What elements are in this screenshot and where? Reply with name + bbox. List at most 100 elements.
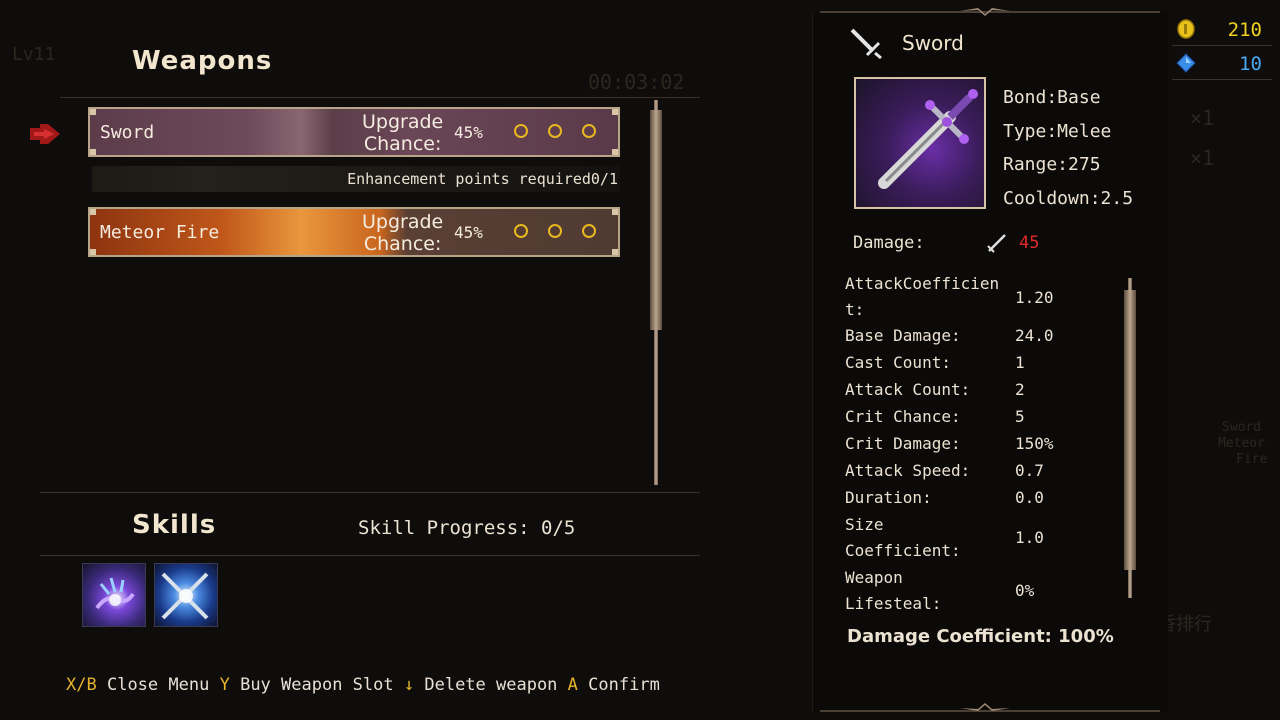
gem-counter: 10: [1172, 49, 1268, 77]
confirm-button[interactable]: Confirm: [588, 675, 660, 695]
bg-multiplier-2: ×1: [1190, 146, 1215, 170]
upgrade-chance-label: Upgrade Chance:: [362, 211, 444, 255]
stat-row: Crit Chance: 5: [845, 403, 1095, 430]
stat-value: 0%: [1015, 581, 1035, 600]
buy-weapon-slot-button[interactable]: Buy Weapon Slot: [240, 675, 394, 695]
gem-value: 10: [1239, 53, 1262, 75]
bond-text: Bond:Base: [1003, 87, 1101, 108]
skill-progress: Skill Progress: 0/5: [358, 517, 576, 539]
type-text: Type:Melee: [1003, 120, 1112, 142]
stat-value: 2: [1015, 380, 1025, 399]
frame-corner: [90, 249, 96, 255]
stat-value: 24.0: [1015, 326, 1054, 345]
close-menu-button[interactable]: Close Menu: [107, 675, 209, 695]
weapon-name: Sword: [100, 122, 155, 143]
stat-label: Weapon Lifesteal:: [845, 567, 942, 613]
stat-value: 1.0: [1015, 528, 1044, 547]
skills-bottom-rule: [40, 555, 700, 556]
upgrade-slot-icon: [514, 124, 528, 138]
upgrade-slot-icon: [548, 124, 562, 138]
currency-divider: [1172, 45, 1272, 46]
upgrade-chance-value: 45%: [454, 223, 483, 242]
stat-value: 5: [1015, 407, 1025, 426]
confirm-key: A: [567, 675, 578, 695]
stats-scrollbar-thumb[interactable]: [1124, 290, 1136, 570]
skills-top-rule: [40, 492, 700, 493]
stat-row: AttackCoefficien t: 1.20: [845, 272, 1095, 322]
weapons-scrollbar-thumb[interactable]: [650, 110, 662, 330]
bg-multiplier-1: ×1: [1190, 106, 1215, 130]
damage-value: 45: [1019, 233, 1040, 253]
range-text: Range:275: [1003, 154, 1101, 175]
stat-label: Attack Speed:: [845, 460, 971, 480]
weapon-properties: Bond:Base Type:Melee Range:275 Cooldown:…: [1003, 81, 1133, 215]
upgrade-slot-icon: [582, 224, 596, 238]
enhancement-bar: Enhancement points required0/1: [92, 166, 620, 192]
weapon-row-sword[interactable]: Sword Upgrade Chance: 45%: [88, 107, 620, 157]
delete-weapon-button[interactable]: Delete weapon: [424, 675, 557, 695]
stat-value: 0.0: [1015, 488, 1044, 507]
stat-label: Attack Count:: [845, 379, 971, 399]
stat-label: Size Coefficient:: [845, 514, 961, 560]
frame-corner: [90, 149, 96, 155]
gold-coin-icon: [1177, 19, 1195, 39]
controls-hint: X/B Close Menu Y Buy Weapon Slot ↓ Delet…: [66, 675, 660, 695]
frame-corner: [612, 249, 618, 255]
weapon-name: Meteor Fire: [100, 222, 220, 243]
stat-label: Cast Count:: [845, 352, 951, 372]
weapons-title-rule: [60, 97, 700, 98]
stats-list: AttackCoefficien t: 1.20 Base Damage: 24…: [845, 272, 1095, 617]
frame-corner: [612, 209, 618, 215]
cooldown-text: Cooldown:2.5: [1003, 187, 1134, 209]
sword-portrait-icon: [878, 89, 978, 189]
frame-corner: [612, 109, 618, 115]
magic-hand-skill-icon[interactable]: [82, 563, 146, 627]
damage-sword-icon: [987, 234, 1006, 253]
enhancement-text: Enhancement points required0/1: [347, 170, 618, 188]
upgrade-slot-icon: [582, 124, 596, 138]
top-flourish-icon: [960, 8, 1010, 16]
upgrade-chance-label: Upgrade Chance:: [362, 111, 444, 155]
stat-row: Weapon Lifesteal: 0%: [845, 564, 1095, 617]
gold-value: 210: [1227, 19, 1262, 41]
crossed-swords-glyph-icon: [161, 572, 209, 620]
delete-key: ↓: [403, 675, 415, 695]
stat-value: 0.7: [1015, 461, 1044, 480]
stat-row: Size Coefficient: 1.0: [845, 511, 1095, 564]
crossed-swords-skill-icon[interactable]: [154, 563, 218, 627]
close-key: X/B: [66, 675, 97, 695]
skills-title: Skills: [132, 510, 217, 540]
gold-counter: 210: [1172, 15, 1268, 43]
sword-icon: [850, 28, 882, 59]
stat-label: Base Damage:: [845, 325, 961, 345]
stat-row: Base Damage: 24.0: [845, 322, 1095, 349]
damage-coefficient: Damage Coefficient: 100%: [847, 626, 1114, 647]
stat-label: Duration:: [845, 487, 932, 507]
stat-row: Crit Damage: 150%: [845, 430, 1095, 457]
weapon-portrait: [854, 77, 986, 209]
stat-value: 1: [1015, 353, 1025, 372]
stat-row: Attack Count: 2: [845, 376, 1095, 403]
stat-value: 1.20: [1015, 287, 1054, 307]
stat-row: Attack Speed: 0.7: [845, 457, 1095, 484]
stat-label: Crit Damage:: [845, 433, 961, 453]
magic-hand-glyph-icon: [95, 577, 135, 610]
bottom-flourish-icon: [960, 703, 1010, 711]
weapon-row-meteor-fire[interactable]: Meteor Fire Upgrade Chance: 45%: [88, 207, 620, 257]
frame-corner: [612, 149, 618, 155]
selector-arrow-icon: [30, 124, 60, 144]
upgrade-slot-icon: [548, 224, 562, 238]
blue-gem-icon: [1176, 53, 1196, 73]
upgrade-slot-icon: [514, 224, 528, 238]
stat-label: AttackCoefficien t:: [845, 274, 1000, 319]
bg-weapon-list-1: Sword: [1222, 420, 1262, 435]
buy-key: Y: [219, 675, 230, 695]
weapons-title: Weapons: [132, 46, 273, 76]
frame-corner: [90, 109, 96, 115]
bg-weapon-list-3: Fire: [1236, 452, 1268, 467]
stat-row: Duration: 0.0: [845, 484, 1095, 511]
frame-corner: [90, 209, 96, 215]
detail-title: Sword: [902, 31, 964, 55]
stat-value: 150%: [1015, 434, 1054, 453]
upgrade-chance-value: 45%: [454, 123, 483, 142]
